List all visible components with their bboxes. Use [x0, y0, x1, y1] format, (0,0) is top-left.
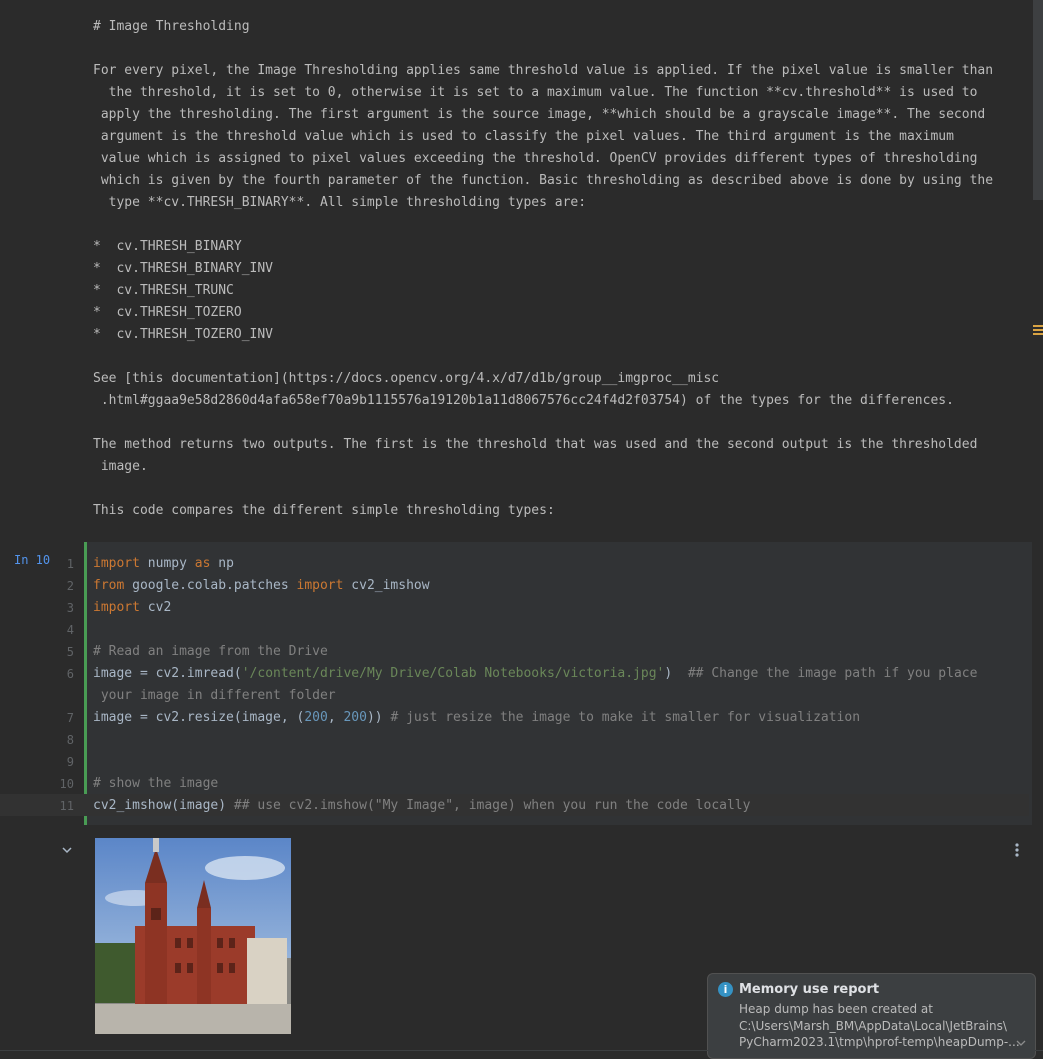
code-line: from google.colab.patches import cv2_ims…	[93, 575, 1023, 597]
editor-scrollbar[interactable]	[1033, 0, 1043, 200]
markdown-line	[93, 38, 1023, 60]
code-token: image = cv2.imread(	[93, 666, 242, 681]
notification-line: C:\Users\Marsh_BM\AppData\Local\JetBrain…	[739, 1018, 1007, 1033]
markdown-line: * cv.THRESH_TOZERO_INV	[93, 327, 274, 342]
code-line: image = cv2.resize(image, (200, 200)) # …	[93, 707, 1023, 729]
chevron-down-icon[interactable]	[60, 843, 74, 857]
code-line: cv2_imshow(image) ## use cv2.imshow("My …	[93, 795, 1023, 817]
markdown-line: # Image Thresholding	[93, 19, 250, 34]
markdown-line	[93, 412, 1023, 434]
cell-execution-label: In 10	[14, 553, 51, 567]
line-number: 1	[66, 557, 74, 571]
markdown-line: value which is assigned to pixel values …	[93, 151, 978, 166]
line-number: 4	[66, 623, 74, 637]
markdown-line: For every pixel, the Image Thresholding …	[93, 63, 994, 78]
code-line: # Read an image from the Drive	[93, 641, 1023, 663]
code-token: google.colab.patches	[124, 578, 297, 593]
markdown-line: image.	[93, 459, 148, 474]
code-token: your image in different folder	[93, 688, 336, 703]
code-token: ))	[366, 710, 391, 725]
markdown-line	[93, 346, 1023, 368]
markdown-line: type **cv.THRESH_BINARY**. All simple th…	[93, 195, 587, 210]
code-token: cv2_imshow	[343, 578, 430, 593]
markdown-line: This code compares the different simple …	[93, 503, 555, 518]
markdown-line: See [this documentation](https://docs.op…	[93, 371, 720, 386]
code-token: as	[194, 556, 211, 571]
code-token: cv2_imshow(image)	[93, 798, 234, 813]
code-token: )	[664, 666, 688, 681]
line-number: 2	[66, 579, 74, 593]
code-token: 200	[304, 710, 328, 725]
line-number: 8	[66, 733, 74, 747]
code-token: # just resize the image to make it small…	[390, 710, 861, 725]
notification-body: Heap dump has been created at C:\Users\M…	[739, 1001, 1019, 1051]
markdown-line: which is given by the fourth parameter o…	[93, 173, 994, 188]
markdown-line: argument is the threshold value which is…	[93, 129, 954, 144]
markdown-line: the threshold, it is set to 0, otherwise…	[93, 85, 978, 100]
line-number: 5	[66, 645, 74, 659]
code-line: image = cv2.imread('/content/drive/My Dr…	[93, 663, 1023, 685]
code-line: # show the image	[93, 773, 1023, 795]
output-image	[95, 838, 291, 1034]
line-number: 3	[66, 601, 74, 615]
code-token: ## Change the image path if you place	[687, 666, 978, 681]
code-token: import	[296, 578, 344, 593]
code-token: cv2	[139, 600, 172, 615]
code-token: ## use cv2.imshow("My Image", image) whe…	[233, 798, 751, 813]
markdown-line: apply the thresholding. The first argume…	[93, 107, 986, 122]
markdown-line: .html#ggaa9e58d2860d4afa658ef70a9b111557…	[93, 393, 954, 408]
line-number: 11	[59, 799, 74, 813]
markdown-line	[93, 478, 1023, 500]
line-number: 10	[59, 777, 74, 791]
markdown-line: * cv.THRESH_BINARY	[93, 239, 242, 254]
notification-line: PyCharm2023.1\tmp\hprof-temp\heapDump-..…	[739, 1035, 1019, 1049]
code-line: import cv2	[93, 597, 1023, 619]
code-token: # Read an image from the Drive	[93, 644, 328, 659]
code-editor[interactable]: import numpy as np from google.colab.patc…	[93, 553, 1023, 817]
more-vertical-icon[interactable]	[1011, 840, 1023, 860]
line-number: 6	[66, 667, 74, 681]
code-token: 200	[343, 710, 367, 725]
code-line: your image in different folder	[93, 685, 1023, 707]
code-token: numpy	[139, 556, 195, 571]
code-token: '/content/drive/My Drive/Colab Notebooks…	[241, 666, 665, 681]
code-token: import	[93, 556, 140, 571]
memory-report-notification[interactable]: i Memory use report Heap dump has been c…	[707, 973, 1036, 1059]
line-number: 7	[66, 711, 74, 725]
markdown-line: * cv.THRESH_TOZERO	[93, 305, 242, 320]
code-token: np	[210, 556, 234, 571]
info-icon: i	[718, 982, 733, 997]
markdown-line: The method returns two outputs. The firs…	[93, 437, 978, 452]
markdown-line	[93, 214, 1023, 236]
code-token: ,	[327, 710, 344, 725]
expand-chevron-icon[interactable]	[1014, 1036, 1028, 1050]
status-divider	[0, 1050, 1043, 1051]
code-token: # show the image	[93, 776, 219, 791]
warning-marker-icon[interactable]	[1033, 323, 1043, 337]
markdown-line: * cv.THRESH_TRUNC	[93, 283, 234, 298]
code-line: import numpy as np	[93, 553, 1023, 575]
line-number: 9	[66, 755, 74, 769]
code-token: from	[93, 578, 125, 593]
code-token: image = cv2.resize(image, (	[93, 710, 305, 725]
markdown-line: * cv.THRESH_BINARY_INV	[93, 261, 274, 276]
code-token: import	[93, 600, 140, 615]
markdown-cell[interactable]: # Image Thresholding For every pixel, the…	[93, 16, 1023, 522]
notification-line: Heap dump has been created at	[739, 1002, 933, 1016]
notification-title: Memory use report	[739, 982, 880, 997]
